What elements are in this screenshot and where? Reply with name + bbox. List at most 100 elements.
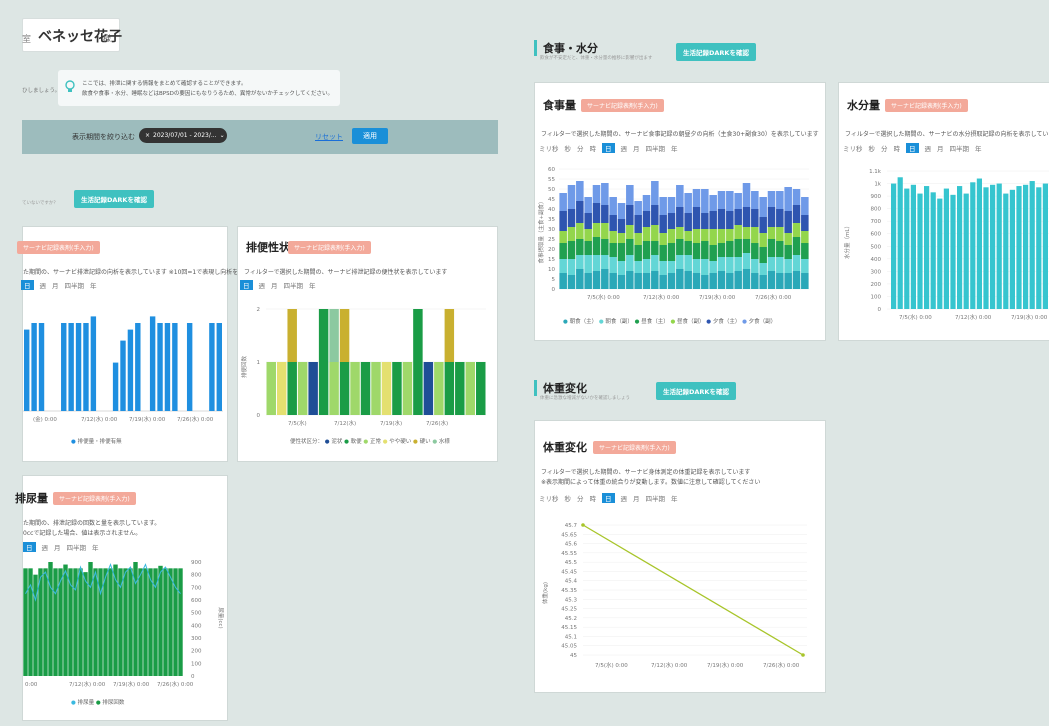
meal-bar (592, 237, 601, 255)
dark-button-left[interactable]: 生活記録DARKを確認 (74, 190, 154, 208)
stool-bar (360, 362, 371, 415)
period-week[interactable]: 週 (40, 280, 47, 290)
period-tab[interactable]: 日 (602, 143, 615, 153)
meal-bar (601, 205, 609, 223)
period-month[interactable]: 月 (52, 280, 59, 290)
period-tab[interactable]: 日 (602, 493, 615, 503)
water-card: 水分量 サーナビ記録表剤(手入力) フィルターで選択した期間の、サーナビの水分摂… (838, 82, 1049, 341)
excretion-tag[interactable]: サーナビ記録表剤(手入力) (17, 241, 100, 254)
period-tab[interactable]: 日 (906, 143, 919, 153)
period-tab[interactable]: 週 (621, 493, 628, 503)
period-tab[interactable]: 月 (633, 493, 640, 503)
meal-bar (559, 273, 567, 289)
meal-bar (734, 225, 742, 239)
y-tick-label: 600 (191, 598, 202, 604)
meal-bar (576, 269, 584, 289)
period-tab[interactable]: 年 (975, 143, 982, 153)
period-tab[interactable]: 秒 (565, 143, 572, 153)
meal-bar (642, 227, 651, 241)
period-day[interactable]: 日 (21, 280, 34, 290)
meal-bar (584, 213, 592, 229)
meal-bar (676, 207, 684, 227)
dark-button-meal[interactable]: 生活記録DARKを確認 (676, 43, 756, 61)
water-tag[interactable]: サーナビ記録表剤(手入力) (885, 99, 968, 112)
meal-bar (784, 187, 792, 211)
weight-point (801, 653, 805, 657)
meal-bar (592, 223, 601, 237)
meal-bar (559, 211, 567, 231)
meal-bar (734, 239, 742, 257)
period-tab[interactable]: 月 (937, 143, 944, 153)
meal-bar (676, 255, 684, 269)
meal-bar (701, 275, 709, 289)
period-month[interactable]: 月 (271, 280, 278, 290)
period-tab[interactable]: 年 (671, 493, 678, 503)
x-tick-label: 7/12(水) 0:00 (643, 293, 680, 301)
meal-bar (684, 213, 692, 231)
meal-bar (634, 233, 642, 245)
meal-bar (726, 191, 734, 211)
weight-chart: 45.7 45.65 45.6 45.55 45.5 45.45 45.4 45.35 45.3… (541, 523, 807, 669)
period-tab[interactable]: ミリ秒 (539, 143, 559, 153)
meal-bar (751, 273, 759, 289)
info-box (58, 70, 340, 106)
period-week[interactable]: 週 (42, 542, 49, 552)
period-tab[interactable]: 四半期 (646, 143, 666, 153)
period-day[interactable]: 日 (23, 542, 36, 552)
period-tab[interactable]: 時 (590, 493, 597, 503)
excretion-bar (24, 329, 30, 411)
weight-tag[interactable]: サーナビ記録表剤(手入力) (593, 441, 676, 454)
period-tab[interactable]: 分 (577, 493, 584, 503)
urine-bar (148, 568, 153, 676)
clear-icon[interactable]: × (145, 132, 150, 139)
urine-bar (98, 568, 103, 676)
stool-bar (476, 362, 486, 415)
x-tick-label: 7/5(水) 0:00 (595, 661, 628, 669)
period-tab[interactable]: 四半期 (646, 493, 666, 503)
urine-bar (158, 565, 163, 676)
urine-tag[interactable]: サーナビ記録表剤(手入力) (53, 492, 136, 505)
meal-tag[interactable]: サーナビ記録表剤(手入力) (581, 99, 664, 112)
period-year[interactable]: 年 (90, 280, 97, 290)
reset-link[interactable]: リセット (315, 132, 343, 142)
period-tab[interactable]: 分 (577, 143, 584, 153)
excretion-bar (31, 323, 37, 411)
period-tab[interactable]: ミリ秒 (539, 493, 559, 503)
period-tab[interactable]: 分 (881, 143, 888, 153)
urine-bar (108, 568, 113, 676)
period-quarter[interactable]: 四半期 (284, 280, 304, 290)
apply-button[interactable]: 適用 (352, 128, 388, 144)
period-month[interactable]: 月 (54, 542, 61, 552)
period-week[interactable]: 週 (259, 280, 266, 290)
meal-bar (801, 215, 809, 231)
date-range-select[interactable]: × 2023/07/01 - 2023/... ⌄ (139, 128, 227, 143)
meal-bar (584, 229, 592, 241)
period-tab[interactable]: 時 (590, 143, 597, 153)
x-tick-label: 7/26(水) 0:00 (755, 293, 792, 301)
period-year[interactable]: 年 (92, 542, 99, 552)
meal-bar (701, 229, 709, 241)
period-day[interactable]: 日 (240, 280, 253, 290)
period-tab[interactable]: 秒 (869, 143, 876, 153)
period-tab[interactable]: 時 (894, 143, 901, 153)
stool-bar (287, 362, 297, 415)
period-quarter[interactable]: 四半期 (67, 542, 87, 552)
period-quarter[interactable]: 四半期 (65, 280, 85, 290)
x-tick-label: 7/12(水) 0:00 (955, 313, 992, 321)
stool-tag[interactable]: サーナビ記録表剤(手入力) (288, 241, 371, 254)
period-year[interactable]: 年 (309, 280, 316, 290)
period-tab[interactable]: 週 (925, 143, 932, 153)
y-tick-label: 2 (257, 307, 261, 313)
y-tick-label: 300 (871, 269, 882, 275)
meal-bar (576, 181, 584, 201)
legend-label: やや硬い (387, 439, 412, 445)
period-tab[interactable]: 月 (633, 143, 640, 153)
period-tab[interactable]: 四半期 (950, 143, 970, 153)
legend-urine-volume: 排尿量 (77, 700, 95, 706)
period-tab[interactable]: 秒 (565, 493, 572, 503)
dark-button-weight[interactable]: 生活記録DARKを確認 (656, 382, 736, 400)
meal-bar (609, 215, 617, 231)
period-tab[interactable]: ミリ秒 (843, 143, 863, 153)
period-tab[interactable]: 週 (621, 143, 628, 153)
period-tab[interactable]: 年 (671, 143, 678, 153)
